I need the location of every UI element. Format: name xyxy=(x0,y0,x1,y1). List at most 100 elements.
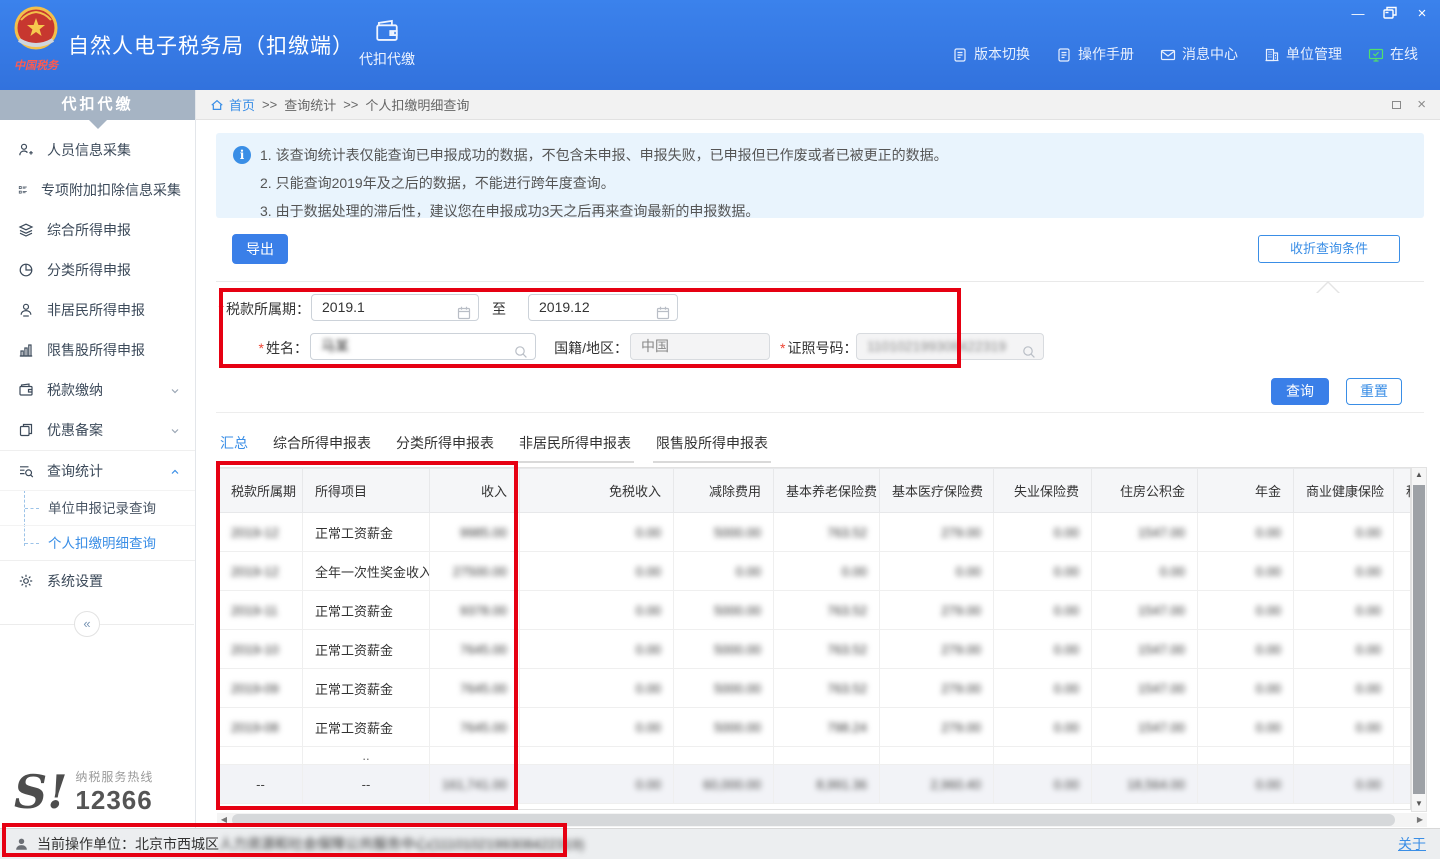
search-list-icon xyxy=(18,463,34,479)
close-icon[interactable]: × xyxy=(1414,6,1430,20)
table-row[interactable]: 2019-09正常工资薪金7645.000.005000.00763.52279… xyxy=(219,669,1412,708)
hotline-logo: S! xyxy=(14,769,67,815)
export-button[interactable]: 导出 xyxy=(232,234,288,264)
mail-icon xyxy=(1160,47,1176,63)
reset-button[interactable]: 重置 xyxy=(1346,378,1402,405)
vertical-scrollbar[interactable]: ▲ ▼ xyxy=(1411,467,1427,812)
sidebar-subitem-0[interactable]: 单位申报记录查询 xyxy=(0,490,195,525)
sidebar-item-6[interactable]: 税款缴纳 xyxy=(0,370,195,410)
gear-icon xyxy=(18,573,34,589)
vertical-scroll-thumb[interactable] xyxy=(1413,485,1425,794)
sidebar-item-3[interactable]: 分类所得申报 xyxy=(0,250,195,290)
tab-0[interactable]: 汇总 xyxy=(217,427,251,463)
restore-icon[interactable] xyxy=(1382,6,1398,20)
column-header: 减除费用 xyxy=(674,469,774,513)
minimize-icon[interactable]: — xyxy=(1350,6,1366,20)
table-row[interactable]: 2019-11正常工资薪金9378.000.005000.00763.52279… xyxy=(219,591,1412,630)
name-input[interactable]: 马某 xyxy=(310,333,536,360)
wallet-icon xyxy=(18,382,34,398)
scroll-right-icon[interactable]: ▶ xyxy=(1413,813,1427,827)
query-button[interactable]: 查询 xyxy=(1271,378,1329,405)
calendar-icon xyxy=(456,305,472,321)
person-add-icon xyxy=(18,142,34,158)
column-header: 税 xyxy=(1394,469,1412,513)
scroll-down-icon[interactable]: ▼ xyxy=(1412,797,1426,811)
sidebar-menu: 人员信息采集专项附加扣除信息采集综合所得申报分类所得申报非居民所得申报限售股所得… xyxy=(0,130,195,601)
sidebar-item-0[interactable]: 人员信息采集 xyxy=(0,130,195,170)
result-tabs: 汇总综合所得申报表分类所得申报表非居民所得申报表限售股所得申报表 xyxy=(217,427,771,463)
nationality-input: 中国 xyxy=(630,333,770,360)
subwindow-close-icon[interactable]: × xyxy=(1417,96,1426,113)
table-row[interactable]: 2019-12全年一次性奖金收入27500.000.000.000.000.00… xyxy=(219,552,1412,591)
home-icon xyxy=(210,98,224,112)
column-header: 失业保险费 xyxy=(994,469,1092,513)
hotline-block: S! 纳税服务热线 12366 xyxy=(14,768,153,816)
sidebar-item-2[interactable]: 综合所得申报 xyxy=(0,210,195,250)
checklist-icon xyxy=(18,182,28,198)
sidebar-item-5[interactable]: 限售股所得申报 xyxy=(0,330,195,370)
subwindow-maximize-icon[interactable] xyxy=(1392,101,1401,109)
collapse-query-button[interactable]: 收折查询条件 xyxy=(1258,235,1400,263)
sidebar-item-4[interactable]: 非居民所得申报 xyxy=(0,290,195,330)
tab-2[interactable]: 分类所得申报表 xyxy=(393,427,497,463)
sidebar-item-label: 非居民所得申报 xyxy=(47,300,145,320)
tab-3[interactable]: 非居民所得申报表 xyxy=(516,427,634,463)
pie-chart-icon xyxy=(18,262,34,278)
id-number-label: *证照号码： xyxy=(780,338,856,358)
table-row[interactable]: 2019-12正常工资薪金9985.000.005000.00763.52279… xyxy=(219,513,1412,552)
top-menu-item-3[interactable]: 单位管理 xyxy=(1264,44,1342,64)
logo-caption: 中国税务 xyxy=(8,57,64,73)
column-header: 基本医疗保险费 xyxy=(880,469,994,513)
column-header: 收入 xyxy=(430,469,520,513)
chevron-up-icon xyxy=(169,466,181,478)
person-icon xyxy=(18,302,34,318)
breadcrumb-item-current: 个人扣缴明细查询 xyxy=(365,95,469,114)
wallet-icon xyxy=(374,18,400,44)
top-menu-item-0[interactable]: 版本切换 xyxy=(952,44,1030,64)
tab-1[interactable]: 综合所得申报表 xyxy=(270,427,374,463)
result-table: 税款所属期所得项目收入免税收入减除费用基本养老保险费基本医疗保险费失业保险费住房… xyxy=(218,468,1411,804)
online-status-icon xyxy=(1368,47,1384,63)
horizontal-scroll-thumb[interactable] xyxy=(232,814,1395,826)
period-label: *税款所属期： xyxy=(210,299,310,319)
sidebar-subitem-1[interactable]: 个人扣缴明细查询 xyxy=(0,525,195,560)
table-row[interactable]: 2019-10正常工资薪金7645.000.005000.00763.52279… xyxy=(219,630,1412,669)
sidebar-item-9[interactable]: 系统设置 xyxy=(0,561,195,601)
scroll-up-icon[interactable]: ▲ xyxy=(1412,468,1426,482)
module-tab-withholding[interactable]: 代扣代缴 xyxy=(348,18,426,69)
sidebar-item-label: 优惠备案 xyxy=(47,420,103,440)
top-menu-item-4[interactable]: 在线 xyxy=(1368,44,1418,64)
chevron-down-icon xyxy=(169,385,181,397)
sidebar-collapse-button[interactable]: « xyxy=(74,611,100,637)
id-number-input[interactable]: 110102199308422319 xyxy=(856,333,1044,360)
breadcrumb-home[interactable]: 首页 xyxy=(210,95,255,114)
bar-chart-icon xyxy=(18,342,34,358)
column-header: 住房公积金 xyxy=(1092,469,1198,513)
sidebar-item-label: 限售股所得申报 xyxy=(47,340,145,360)
column-header: 免税收入 xyxy=(520,469,674,513)
panel-divider xyxy=(216,412,1424,413)
about-link[interactable]: 关于 xyxy=(1398,834,1426,854)
notice-line-2: 2. 只能查询2019年及之后的数据，不能进行跨年度查询。 xyxy=(260,169,1414,197)
period-to-input[interactable]: 2019.12 xyxy=(528,294,678,321)
horizontal-scrollbar[interactable]: ◀ ▶ xyxy=(217,813,1427,827)
sidebar-item-8[interactable]: 查询统计 xyxy=(0,450,195,490)
statusbar-text: 当前操作单位：北京市西城区人力资源和社会保障公共服务中心(11101021993… xyxy=(37,834,584,854)
sidebar-item-1[interactable]: 专项附加扣除信息采集 xyxy=(0,170,195,210)
tab-4[interactable]: 限售股所得申报表 xyxy=(653,427,771,463)
breadcrumb-bar: 首页 >> 查询统计 >> 个人扣缴明细查询 × xyxy=(196,90,1440,120)
top-menu-item-2[interactable]: 消息中心 xyxy=(1160,44,1238,64)
collapse-caret-icon xyxy=(1316,269,1340,293)
column-header: 基本养老保险费 xyxy=(774,469,880,513)
sidebar-item-7[interactable]: 优惠备案 xyxy=(0,410,195,450)
sidebar-item-label: 分类所得申报 xyxy=(47,260,131,280)
table-header-row: 税款所属期所得项目收入免税收入减除费用基本养老保险费基本医疗保险费失业保险费住房… xyxy=(219,469,1412,513)
name-value-redacted: 马某 xyxy=(321,338,349,354)
scroll-left-icon[interactable]: ◀ xyxy=(217,813,231,827)
top-menu-label: 版本切换 xyxy=(974,44,1030,64)
top-menu-item-1[interactable]: 操作手册 xyxy=(1056,44,1134,64)
table-row[interactable]: 2019-08正常工资薪金7645.000.005000.00798.24279… xyxy=(219,708,1412,747)
range-to-label: 至 xyxy=(492,299,512,319)
chevron-down-icon xyxy=(169,425,181,437)
period-from-input[interactable]: 2019.1 xyxy=(311,294,479,321)
